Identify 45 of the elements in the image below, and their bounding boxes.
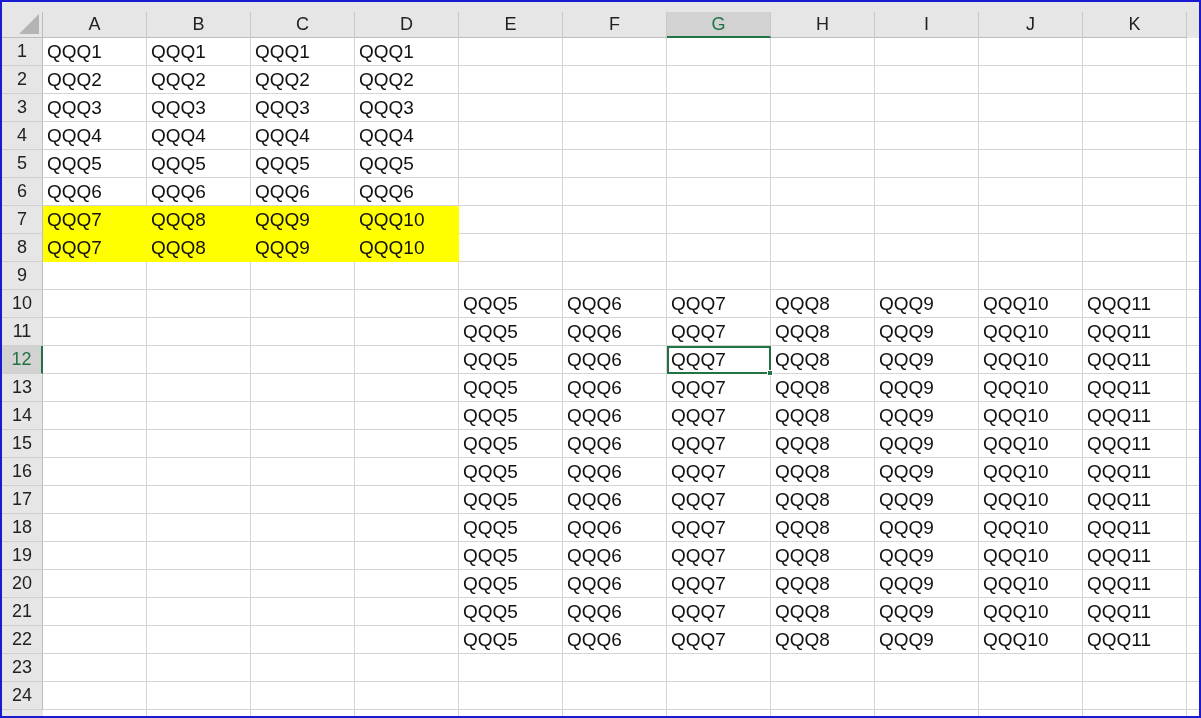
row-header[interactable]: 4 [2,122,43,150]
row-header[interactable]: 16 [2,458,43,486]
column-header[interactable]: F [563,12,667,38]
row-header[interactable]: 24 [2,682,43,710]
table-cell[interactable]: QQQ9 [251,234,355,262]
column-header[interactable]: G [667,12,771,38]
row-header[interactable]: 23 [2,654,43,682]
row-header[interactable]: 6 [2,178,43,206]
row-header[interactable]: 13 [2,374,43,402]
column-header[interactable]: I [875,12,979,38]
row-header[interactable]: 11 [2,318,43,346]
fill-handle[interactable] [767,370,773,376]
column-header[interactable]: B [147,12,251,38]
column-header[interactable]: H [771,12,875,38]
table-cell[interactable]: QQQ9 [251,206,355,234]
row-header[interactable]: 1 [2,38,43,66]
row-header[interactable]: 22 [2,626,43,654]
table-cell[interactable]: QQQ8 [147,234,251,262]
table-cell[interactable]: QQQ7 [43,206,147,234]
column-header[interactable]: A [43,12,147,38]
row-header[interactable]: 17 [2,486,43,514]
row-header[interactable]: 7 [2,206,43,234]
table-cell[interactable]: QQQ8 [147,206,251,234]
row-header[interactable]: 5 [2,150,43,178]
row-header[interactable]: 19 [2,542,43,570]
row-header[interactable]: 15 [2,430,43,458]
column-header[interactable]: K [1083,12,1187,38]
row-header[interactable]: 20 [2,570,43,598]
row-header[interactable]: 9 [2,262,43,290]
column-header[interactable]: C [251,12,355,38]
table-cell[interactable]: QQQ10 [355,206,459,234]
row-header[interactable]: 10 [2,290,43,318]
column-header[interactable]: J [979,12,1083,38]
row-header[interactable]: 8 [2,234,43,262]
row-header[interactable]: 3 [2,94,43,122]
column-header[interactable]: E [459,12,563,38]
table-cell[interactable]: QQQ7 [43,234,147,262]
table-cell[interactable]: QQQ7 [667,346,771,374]
row-header[interactable]: 12 [2,346,43,374]
row-header[interactable]: 14 [2,402,43,430]
column-header[interactable]: D [355,12,459,38]
row-header[interactable]: 21 [2,598,43,626]
row-header[interactable]: 18 [2,514,43,542]
row-header[interactable]: 2 [2,66,43,94]
table-cell[interactable]: QQQ10 [355,234,459,262]
